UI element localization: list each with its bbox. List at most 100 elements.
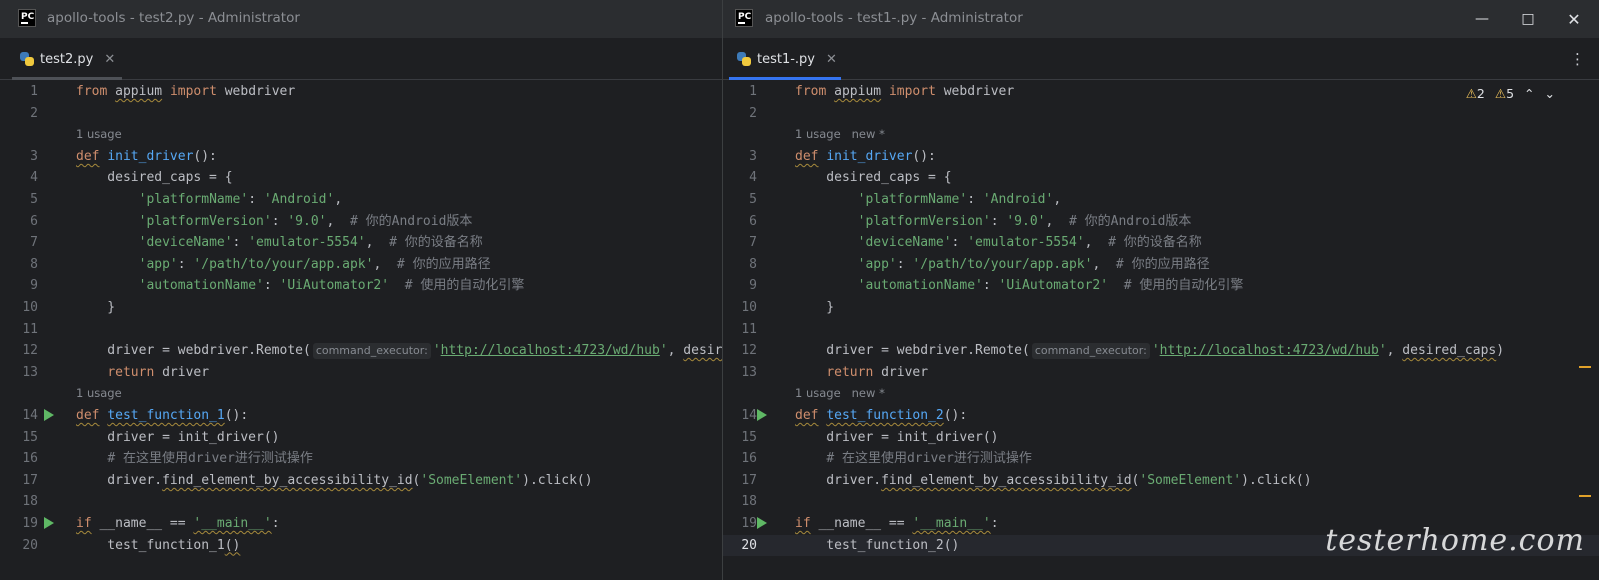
code-line[interactable]: 9 'automationName': 'UiAutomator2' # 使用的… xyxy=(723,275,1599,297)
code-line[interactable]: 9 'automationName': 'UiAutomator2' # 使用的… xyxy=(0,275,722,297)
code-text: 1 usage new * xyxy=(795,386,885,401)
scroll-marker xyxy=(1579,366,1591,368)
code-line[interactable]: 1 usage new * xyxy=(723,124,1599,146)
run-icon[interactable] xyxy=(44,409,54,421)
left-code-editor[interactable]: 1 from appium import webdriver 2 1 usage 3 de… xyxy=(0,80,722,580)
code-text: driver.find_element_by_accessibility_id(… xyxy=(795,472,1312,488)
scroll-marker xyxy=(1579,495,1591,497)
close-icon[interactable]: ✕ xyxy=(104,52,115,67)
line-number: 16 xyxy=(741,451,757,467)
code-line[interactable]: 4 desired_caps = { xyxy=(723,167,1599,189)
pycharm-logo-icon: PC xyxy=(735,9,753,27)
maximize-icon[interactable]: □ xyxy=(1505,0,1551,38)
code-line[interactable]: 6 'platformVersion': '9.0', # 你的Android版… xyxy=(0,211,722,233)
code-text: if __name__ == '__main__': xyxy=(76,516,280,531)
error-count[interactable]: ⚠2 xyxy=(1466,86,1485,101)
code-line[interactable]: 11 xyxy=(723,319,1599,341)
code-line[interactable]: 13 return driver xyxy=(0,362,722,384)
code-text: def test_function_1(): xyxy=(76,408,249,423)
code-line[interactable]: 8 'app': '/path/to/your/app.apk', # 你的应用… xyxy=(723,254,1599,276)
code-text: if __name__ == '__main__': xyxy=(795,516,999,531)
code-line[interactable]: 2 xyxy=(0,103,722,125)
code-text: 'deviceName': 'emulator-5554', # 你的设备名称 xyxy=(138,235,483,251)
line-number: 8 xyxy=(749,256,757,272)
line-number: 3 xyxy=(749,148,757,164)
code-line[interactable]: 16 # 在这里使用driver进行测试操作 xyxy=(0,448,722,470)
code-line[interactable]: 18 xyxy=(723,491,1599,513)
code-text: 'platformName': 'Android', xyxy=(138,192,343,207)
line-number: 14 xyxy=(22,408,38,423)
code-line[interactable]: 6 'platformVersion': '9.0', # 你的Android版… xyxy=(723,211,1599,233)
code-text: 'automationName': 'UiAutomator2' # 使用的自动… xyxy=(138,278,525,294)
right-file-tab[interactable]: test1-.py ✕ xyxy=(737,38,837,80)
code-line[interactable]: 8 'app': '/path/to/your/app.apk', # 你的应用… xyxy=(0,254,722,276)
line-number: 18 xyxy=(741,494,757,510)
code-line[interactable]: 10 } xyxy=(723,297,1599,319)
more-icon[interactable]: ⋮ xyxy=(1570,50,1585,68)
chevron-up-icon[interactable]: ⌃ xyxy=(1524,86,1534,101)
line-number: 1 xyxy=(30,84,38,99)
line-number: 6 xyxy=(749,213,757,229)
code-text: return driver xyxy=(107,364,210,380)
code-line[interactable]: 3 def init_driver(): xyxy=(0,146,722,168)
code-line[interactable]: 14 def test_function_1(): xyxy=(0,405,722,427)
line-number: 5 xyxy=(749,192,757,207)
warning-count[interactable]: ⚠5 xyxy=(1495,86,1514,101)
minimize-icon[interactable]: — xyxy=(1459,0,1505,38)
line-number: 15 xyxy=(741,429,757,445)
code-text: def test_function_2(): xyxy=(795,408,968,423)
code-text: 'platformVersion': '9.0', # 你的Android版本 xyxy=(857,213,1192,229)
line-number: 1 xyxy=(749,84,757,99)
code-text: test_function_2() xyxy=(795,537,960,553)
inspection-widget[interactable]: ⚠2 ⚠5 ⌃ ⌄ xyxy=(1466,86,1555,101)
chevron-down-icon[interactable]: ⌄ xyxy=(1545,86,1555,101)
code-line[interactable]: 17 driver.find_element_by_accessibility_… xyxy=(723,470,1599,492)
code-line[interactable]: 15 driver = init_driver() xyxy=(0,427,722,449)
line-number: 11 xyxy=(22,321,38,337)
code-text: driver = webdriver.Remote(command_execut… xyxy=(76,343,722,360)
code-line[interactable]: 1 usage xyxy=(0,383,722,405)
code-text: } xyxy=(795,300,835,315)
code-text: def init_driver(): xyxy=(795,148,936,164)
right-title-bar[interactable]: PC apollo-tools - test1-.py - Administra… xyxy=(723,0,1599,38)
run-icon[interactable] xyxy=(757,409,767,421)
code-line[interactable]: 19 if __name__ == '__main__': xyxy=(0,513,722,535)
code-line[interactable]: 3 def init_driver(): xyxy=(723,146,1599,168)
code-line[interactable]: 13 return driver xyxy=(723,362,1599,384)
code-line[interactable]: 20 test_function_1() xyxy=(0,535,722,557)
close-icon[interactable]: ✕ xyxy=(826,52,837,67)
run-icon[interactable] xyxy=(757,517,767,529)
run-icon[interactable] xyxy=(44,517,54,529)
code-text: driver.find_element_by_accessibility_id(… xyxy=(76,472,593,488)
code-line[interactable]: 14 def test_function_2(): xyxy=(723,405,1599,427)
line-number: 8 xyxy=(30,256,38,272)
code-line[interactable]: 5 'platformName': 'Android', xyxy=(0,189,722,211)
code-line[interactable]: 2 xyxy=(723,103,1599,125)
pycharm-logo-icon: PC xyxy=(18,9,36,27)
code-text: 'app': '/path/to/your/app.apk', # 你的应用路径 xyxy=(138,256,491,272)
code-line[interactable]: 12 driver = webdriver.Remote(command_exe… xyxy=(723,340,1599,362)
code-line[interactable]: 16 # 在这里使用driver进行测试操作 xyxy=(723,448,1599,470)
code-line[interactable]: 4 desired_caps = { xyxy=(0,167,722,189)
watermark: testerhome.com xyxy=(1325,523,1585,558)
left-tab-bar: test2.py ✕ xyxy=(0,38,722,80)
code-line[interactable]: 10 } xyxy=(0,297,722,319)
code-line[interactable]: 1 from appium import webdriver xyxy=(0,81,722,103)
code-line[interactable]: 12 driver = webdriver.Remote(command_exe… xyxy=(0,340,722,362)
code-line[interactable]: 1 usage xyxy=(0,124,722,146)
line-number: 5 xyxy=(30,192,38,207)
close-window-button[interactable]: ✕ xyxy=(1551,0,1597,38)
code-line[interactable]: 15 driver = init_driver() xyxy=(723,427,1599,449)
line-number: 7 xyxy=(749,235,757,251)
right-code-editor[interactable]: 1 from appium import webdriver 2 1 usage ne… xyxy=(723,80,1599,580)
code-line[interactable]: 11 xyxy=(0,319,722,341)
code-line[interactable]: 17 driver.find_element_by_accessibility_… xyxy=(0,470,722,492)
code-line[interactable]: 7 'deviceName': 'emulator-5554', # 你的设备名… xyxy=(723,232,1599,254)
code-line[interactable]: 1 usage new * xyxy=(723,383,1599,405)
left-title-bar[interactable]: PC apollo-tools - test2.py - Administrat… xyxy=(0,0,722,38)
code-text: # 在这里使用driver进行测试操作 xyxy=(826,451,1032,467)
code-line[interactable]: 7 'deviceName': 'emulator-5554', # 你的设备名… xyxy=(0,232,722,254)
code-line[interactable]: 5 'platformName': 'Android', xyxy=(723,189,1599,211)
code-line[interactable]: 18 xyxy=(0,491,722,513)
left-file-tab[interactable]: test2.py ✕ xyxy=(20,38,115,80)
